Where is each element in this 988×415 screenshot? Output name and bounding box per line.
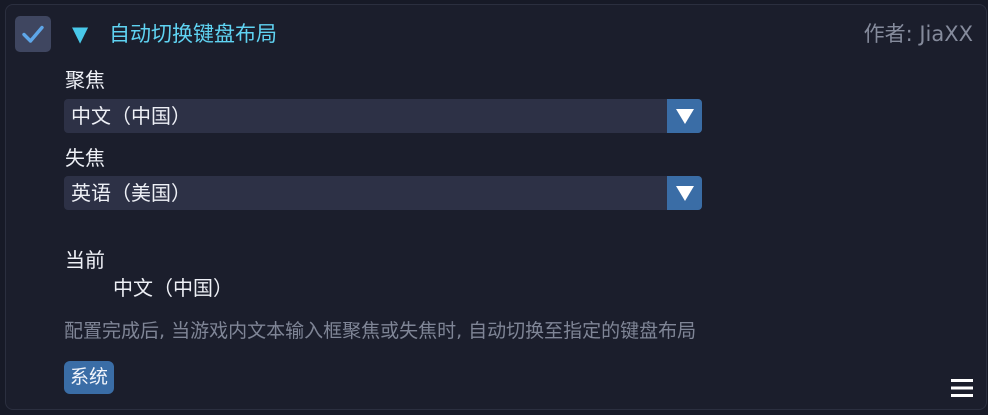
blur-layout-value: 英语（美国） — [71, 181, 191, 205]
focus-layout-select[interactable]: 中文（中国） — [64, 99, 702, 133]
focus-label: 聚焦 — [65, 68, 105, 92]
triangle-down-icon — [675, 186, 694, 201]
hamburger-menu-icon[interactable] — [951, 378, 973, 398]
enable-checkbox[interactable] — [15, 16, 51, 52]
plugin-title: 自动切换键盘布局 — [109, 22, 277, 46]
category-tag: 系统 — [64, 361, 115, 394]
current-layout-value: 中文（中国） — [113, 276, 233, 300]
blur-dropdown-button[interactable] — [667, 176, 702, 210]
focus-layout-value: 中文（中国） — [71, 104, 191, 128]
collapse-triangle-icon[interactable]: ▼ — [72, 20, 88, 48]
blur-label: 失焦 — [65, 146, 105, 170]
description-text: 配置完成后, 当游戏内文本输入框聚焦或失焦时, 自动切换至指定的键盘布局 — [64, 320, 697, 342]
focus-dropdown-button[interactable] — [667, 99, 702, 133]
blur-layout-select[interactable]: 英语（美国） — [64, 176, 702, 210]
triangle-down-icon — [675, 109, 694, 124]
check-icon — [22, 25, 44, 43]
plugin-card: ▼ 自动切换键盘布局 作者: JiaXX 聚焦 中文（中国） 失焦 英语（美国）… — [5, 4, 987, 410]
author-label: 作者: JiaXX — [863, 22, 973, 46]
current-label: 当前 — [65, 248, 105, 272]
